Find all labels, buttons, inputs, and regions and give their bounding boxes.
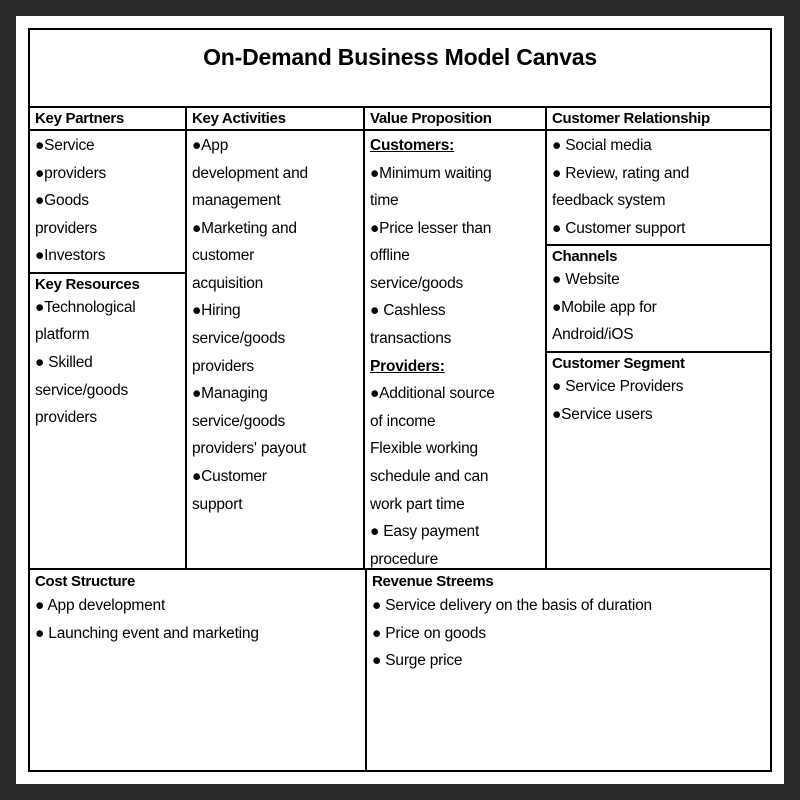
list-item: ●Investors xyxy=(35,247,106,265)
block-heading-key-partners: Key Partners xyxy=(30,108,185,131)
list-item: ●Goods xyxy=(35,192,89,210)
list-item: platform xyxy=(35,326,90,344)
list-item: ● Cashless xyxy=(370,302,446,320)
block-value-proposition: Value Proposition Customers: ●Minimum wa… xyxy=(365,108,545,575)
block-cost-structure: Cost Structure ● App development ● Launc… xyxy=(30,570,367,770)
subheading-customers: Customers: xyxy=(370,137,455,154)
block-heading-cost-structure: Cost Structure xyxy=(35,573,135,590)
list-customer-segment: ● Service Providers ●Service users xyxy=(547,372,770,430)
list-item: ●Technological xyxy=(35,298,136,316)
column-value-proposition: Value Proposition Customers: ●Minimum wa… xyxy=(365,108,547,568)
list-item: time xyxy=(370,192,399,210)
list-item: management xyxy=(192,192,281,210)
list-item: providers xyxy=(35,409,97,427)
list-item: ● Surge price xyxy=(372,652,463,670)
block-customer-segment: Customer Segment ● Service Providers ●Se… xyxy=(547,351,770,568)
list-item: ●Minimum waiting xyxy=(370,164,492,182)
list-revenue-streams: ● Service delivery on the basis of durat… xyxy=(367,591,770,677)
block-heading-revenue-streams: Revenue Streems xyxy=(372,573,494,590)
block-heading-key-activities: Key Activities xyxy=(187,108,363,131)
canvas-title-row: On-Demand Business Model Canvas xyxy=(30,30,770,108)
list-item: ●providers xyxy=(35,164,107,182)
list-item: offline xyxy=(370,247,410,265)
list-item: feedback system xyxy=(552,192,666,210)
list-item: ● App development xyxy=(35,597,166,614)
subheading-providers: Providers: xyxy=(370,357,445,375)
block-heading-channels: Channels xyxy=(552,248,618,266)
block-customer-relationship: Customer Relationship ● Social media ● R… xyxy=(547,108,770,244)
list-item: providers xyxy=(35,219,97,237)
list-item: Flexible working xyxy=(370,440,478,458)
block-revenue-streams: Revenue Streems ● Service delivery on th… xyxy=(367,570,770,770)
list-customer-relationship: ● Social media ● Review, rating and feed… xyxy=(547,131,770,244)
list-item: customer xyxy=(192,247,255,265)
poster-frame: On-Demand Business Model Canvas Key Part… xyxy=(16,16,784,784)
list-item: service/goods xyxy=(370,274,464,292)
block-key-activities: Key Activities ●App development and mana… xyxy=(187,108,363,568)
list-item: ● Service delivery on the basis of durat… xyxy=(372,597,652,614)
block-heading-value-proposition: Value Proposition xyxy=(365,108,545,131)
list-item: support xyxy=(192,495,243,513)
list-item: acquisition xyxy=(192,274,264,292)
block-heading-customer-segment: Customer Segment xyxy=(552,355,685,373)
list-item: ●Additional source xyxy=(370,385,495,403)
list-item: providers xyxy=(192,357,254,375)
list-key-activities: ●App development and management ●Marketi… xyxy=(187,131,363,520)
list-item: ● Service Providers xyxy=(552,378,684,396)
list-item: work part time xyxy=(370,495,465,513)
list-item: ●Mobile app for xyxy=(552,298,657,316)
block-key-resources: Key Resources ●Technological platform ● … xyxy=(30,271,185,568)
canvas-bottom-row: Cost Structure ● App development ● Launc… xyxy=(30,570,770,770)
list-item: of income xyxy=(370,412,436,430)
list-item: ●App xyxy=(192,137,229,154)
column-customer-side: Customer Relationship ● Social media ● R… xyxy=(547,108,770,568)
column-key-activities: Key Activities ●App development and mana… xyxy=(187,108,365,568)
list-item: providers' payout xyxy=(192,440,307,458)
column-key-partners-resources: Key Partners ●Service ●providers ●Goods … xyxy=(30,108,187,568)
block-heading-key-resources: Key Resources xyxy=(35,275,140,293)
list-item: service/goods xyxy=(192,412,286,430)
list-item: ● Website xyxy=(552,271,620,289)
list-item: ●Customer xyxy=(192,467,267,485)
list-item: ● Skilled xyxy=(35,354,93,372)
list-item: schedule and can xyxy=(370,467,489,485)
list-item: ●Marketing and xyxy=(192,219,297,237)
list-key-resources: ●Technological platform ● Skilled servic… xyxy=(30,293,185,434)
list-item: development and xyxy=(192,164,308,182)
list-item: ● Review, rating and xyxy=(552,164,690,182)
list-item: service/goods xyxy=(35,381,129,399)
list-item: ● Customer support xyxy=(552,219,686,237)
list-item: ●Hiring xyxy=(192,302,241,320)
list-item: Android/iOS xyxy=(552,326,634,344)
block-channels: Channels ● Website ●Mobile app for Andro… xyxy=(547,244,770,351)
block-heading-customer-relationship: Customer Relationship xyxy=(547,108,770,131)
list-item: ●Managing xyxy=(192,385,268,403)
list-cost-structure: ● App development ● Launching event and … xyxy=(30,591,365,649)
block-key-partners: Key Partners ●Service ●providers ●Goods … xyxy=(30,108,185,272)
list-item: transactions xyxy=(370,330,452,348)
list-item: ●Price lesser than xyxy=(370,219,492,237)
page-title: On-Demand Business Model Canvas xyxy=(203,44,597,70)
list-item: ● Price on goods xyxy=(372,624,486,642)
list-item: service/goods xyxy=(192,330,286,348)
list-item: ● Launching event and marketing xyxy=(35,624,259,642)
list-item: ● Social media xyxy=(552,137,652,154)
business-model-canvas: On-Demand Business Model Canvas Key Part… xyxy=(28,28,772,772)
list-item: ●Service xyxy=(35,137,95,154)
canvas-body: Key Partners ●Service ●providers ●Goods … xyxy=(30,108,770,570)
list-channels: ● Website ●Mobile app for Android/iOS xyxy=(547,265,770,351)
list-item: ●Service users xyxy=(552,405,653,423)
list-item: ● Easy payment xyxy=(370,523,480,541)
list-value-proposition: Customers: ●Minimum waiting time ●Price … xyxy=(365,131,545,575)
list-key-partners: ●Service ●providers ●Goods providers ●In… xyxy=(30,131,185,272)
